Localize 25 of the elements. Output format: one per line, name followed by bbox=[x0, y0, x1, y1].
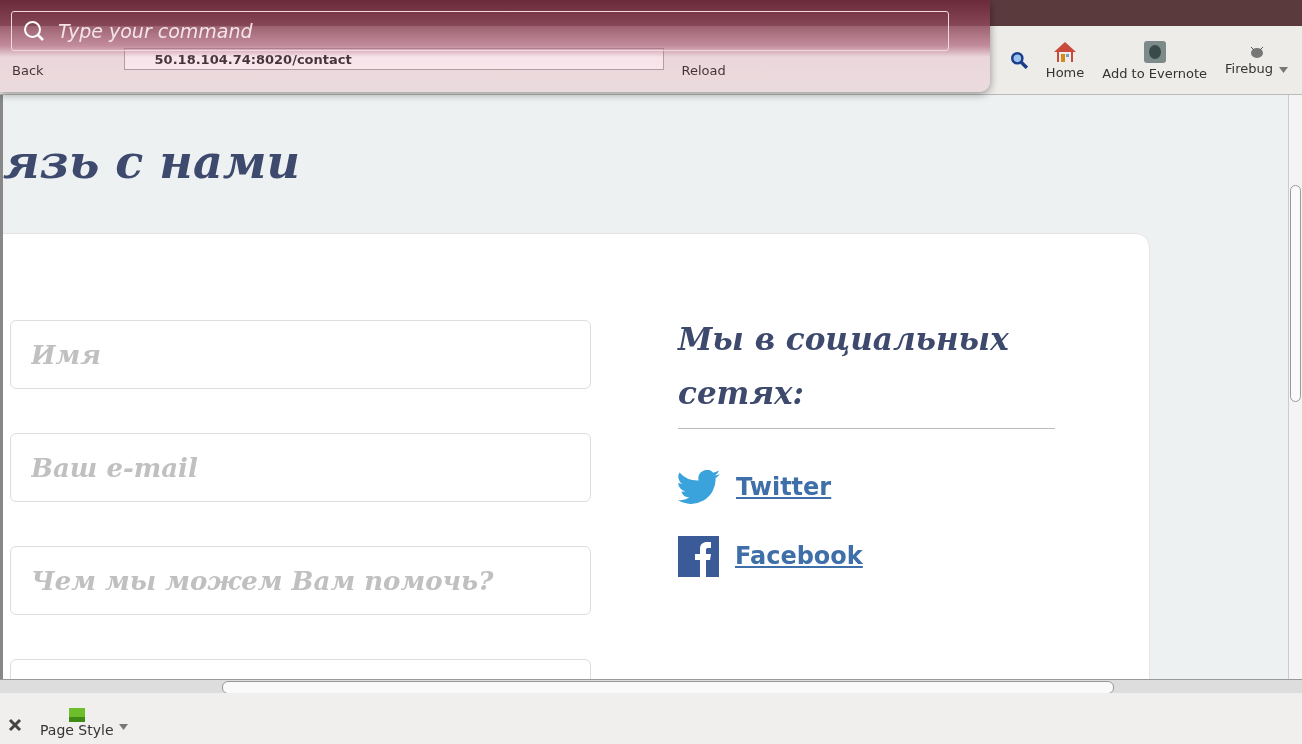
firebug-button[interactable]: Firebug bbox=[1219, 44, 1294, 76]
page-style-button[interactable]: Page Style bbox=[40, 708, 128, 738]
reload-button[interactable]: Reload bbox=[669, 63, 730, 78]
bug-icon bbox=[1248, 44, 1265, 59]
horizontal-scrollbar[interactable] bbox=[0, 679, 1302, 693]
address-field[interactable]: 50.18.104.74:8020/contact bbox=[123, 48, 664, 70]
input-field[interactable]: Чем мы можем Вам помочь? bbox=[10, 546, 591, 615]
evernote-button[interactable]: Add to Evernote bbox=[1096, 39, 1214, 81]
command-field[interactable]: Type your command bbox=[11, 11, 949, 51]
search-icon[interactable] bbox=[1009, 51, 1028, 69]
input-field[interactable]: Имя bbox=[10, 320, 591, 389]
home-button[interactable]: Home bbox=[1039, 40, 1091, 80]
facebook-icon bbox=[678, 535, 719, 577]
social-heading: Мы в социальных сетях: bbox=[678, 320, 1010, 413]
page-heading: язь с нами bbox=[3, 135, 301, 191]
back-button[interactable]: Back bbox=[0, 63, 48, 78]
close-icon[interactable] bbox=[8, 718, 22, 732]
vertical-scrollbar[interactable] bbox=[1288, 95, 1302, 679]
house-icon bbox=[1053, 40, 1078, 63]
social-link[interactable]: Facebook bbox=[735, 542, 863, 570]
social-link[interactable]: Twitter bbox=[736, 473, 832, 501]
bird-icon bbox=[678, 470, 720, 504]
search-icon bbox=[23, 20, 45, 42]
input-field[interactable]: Ваш e-mail bbox=[10, 433, 591, 502]
css-icon bbox=[68, 708, 85, 722]
